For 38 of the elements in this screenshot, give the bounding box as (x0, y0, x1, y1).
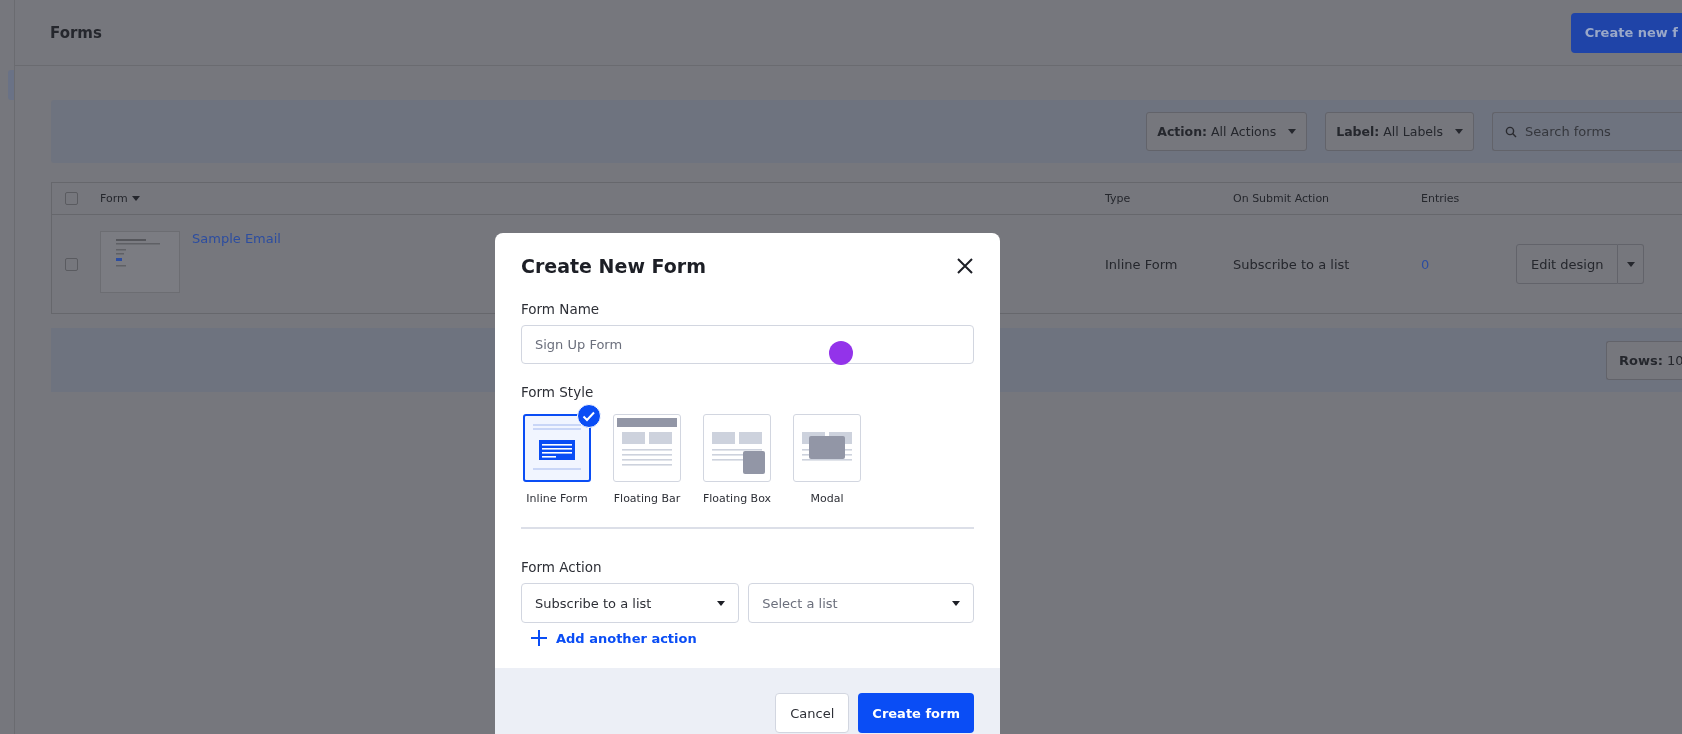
column-header: Entries (1421, 192, 1461, 205)
plus-icon (530, 629, 548, 647)
form-style-label: Floating Box (702, 492, 772, 505)
close-icon[interactable] (956, 257, 974, 275)
form-style-label: Inline Form (526, 492, 588, 505)
table-cell-text: Subscribe to a list (1233, 256, 1351, 272)
column-header[interactable]: Form (100, 192, 140, 205)
form-style-label: Floating Bar (613, 492, 681, 505)
form-action-dropdown[interactable]: Subscribe to a list (521, 583, 740, 623)
page-title: Forms (50, 23, 102, 42)
checkmark-icon (577, 404, 601, 428)
add-action-link[interactable]: Add another action (530, 629, 697, 647)
create-form-button[interactable]: Create form (858, 693, 974, 733)
edit-design-button[interactable]: Edit design (1516, 244, 1619, 284)
form-style-label: Modal (810, 492, 844, 505)
form-style-option[interactable] (523, 414, 591, 482)
form-name-field[interactable]: Sign Up Form (521, 325, 974, 364)
field-label: Form Name (521, 301, 600, 317)
select-all-checkbox[interactable] (65, 192, 78, 205)
column-header: Type (1105, 192, 1132, 205)
create-button[interactable]: Create new f (1570, 12, 1682, 53)
table-cell-text: Inline Form (1105, 256, 1179, 272)
list-dropdown[interactable]: Select a list (748, 583, 974, 623)
rows-per-page-dropdown[interactable]: Rows: 10 (1606, 340, 1682, 380)
column-header: On Submit Action (1233, 192, 1331, 205)
caret-icon (131, 196, 140, 201)
field-label: Form Style (521, 384, 594, 400)
action-filter-dropdown[interactable]: Action: All Actions (1146, 112, 1308, 151)
entries-link[interactable]: 0 (1421, 256, 1516, 272)
dialog-title: Create New Form (521, 255, 706, 277)
form-name-link[interactable]: Sample Email (192, 231, 281, 246)
more-options-button[interactable] (1618, 244, 1645, 284)
row-checkbox[interactable] (65, 257, 78, 271)
label-filter-dropdown[interactable]: Label: All Labels (1325, 112, 1474, 151)
field-label: Form Action (521, 559, 602, 575)
search-field[interactable]: Search forms (1492, 112, 1682, 151)
cancel-button[interactable]: Cancel (775, 693, 850, 733)
search-icon (1505, 126, 1517, 138)
